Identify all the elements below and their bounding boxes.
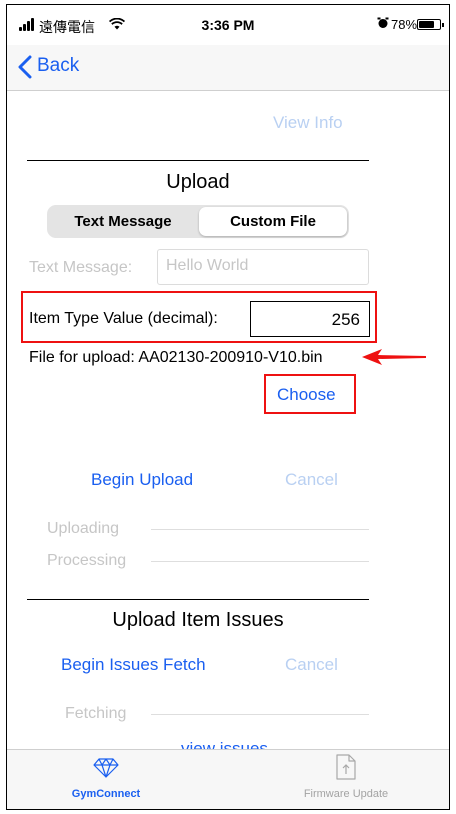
view-info-button[interactable]: View Info: [273, 113, 343, 133]
text-message-label: Text Message:: [29, 259, 133, 276]
upload-section-title: Upload: [166, 171, 230, 193]
battery-percentage: 78%: [391, 17, 418, 32]
battery-icon: [417, 19, 444, 30]
upload-divider: [27, 160, 369, 161]
phone-screen: 遠傳電信 3:36 PM 78% Back View Info Upload T…: [6, 4, 450, 810]
tab-bar: GymConnect Firmware Update: [7, 749, 449, 809]
begin-upload-button[interactable]: Begin Upload: [91, 470, 193, 490]
text-message-field[interactable]: Hello World: [157, 249, 369, 285]
processing-label: Processing: [47, 552, 127, 569]
status-bar: 遠傳電信 3:36 PM 78%: [7, 5, 449, 45]
diamond-icon: [93, 758, 119, 783]
segment-custom-file[interactable]: Custom File: [199, 207, 347, 236]
issues-section-title: Upload Item Issues: [112, 609, 284, 631]
processing-progress-bar: [151, 561, 369, 562]
cancel-fetch-button[interactable]: Cancel: [285, 655, 338, 675]
uploading-label: Uploading: [47, 520, 120, 537]
tab-firmware-update[interactable]: Firmware Update: [291, 788, 401, 800]
fetching-progress-bar: [151, 714, 369, 715]
begin-issues-fetch-button[interactable]: Begin Issues Fetch: [61, 655, 206, 675]
fetching-label: Fetching: [65, 705, 127, 722]
choose-button[interactable]: Choose: [277, 385, 336, 405]
uploading-progress-bar: [151, 529, 369, 530]
alarm-icon: [377, 17, 389, 32]
file-for-upload-text: File for upload: AA02130-200910-V10.bin: [29, 349, 323, 366]
back-chevron-icon[interactable]: [17, 55, 33, 79]
item-type-label: Item Type Value (decimal):: [29, 310, 218, 327]
red-arrow-annotation: [362, 347, 428, 367]
cancel-upload-button[interactable]: Cancel: [285, 470, 338, 490]
back-button[interactable]: Back: [37, 55, 79, 77]
segment-text-message[interactable]: Text Message: [49, 207, 197, 236]
item-type-input[interactable]: 256: [250, 301, 370, 337]
document-upload-icon: [336, 754, 356, 785]
upload-type-segmented-control: Text Message Custom File: [47, 205, 349, 238]
tab-gymconnect[interactable]: GymConnect: [51, 788, 161, 800]
issues-divider: [27, 599, 369, 600]
